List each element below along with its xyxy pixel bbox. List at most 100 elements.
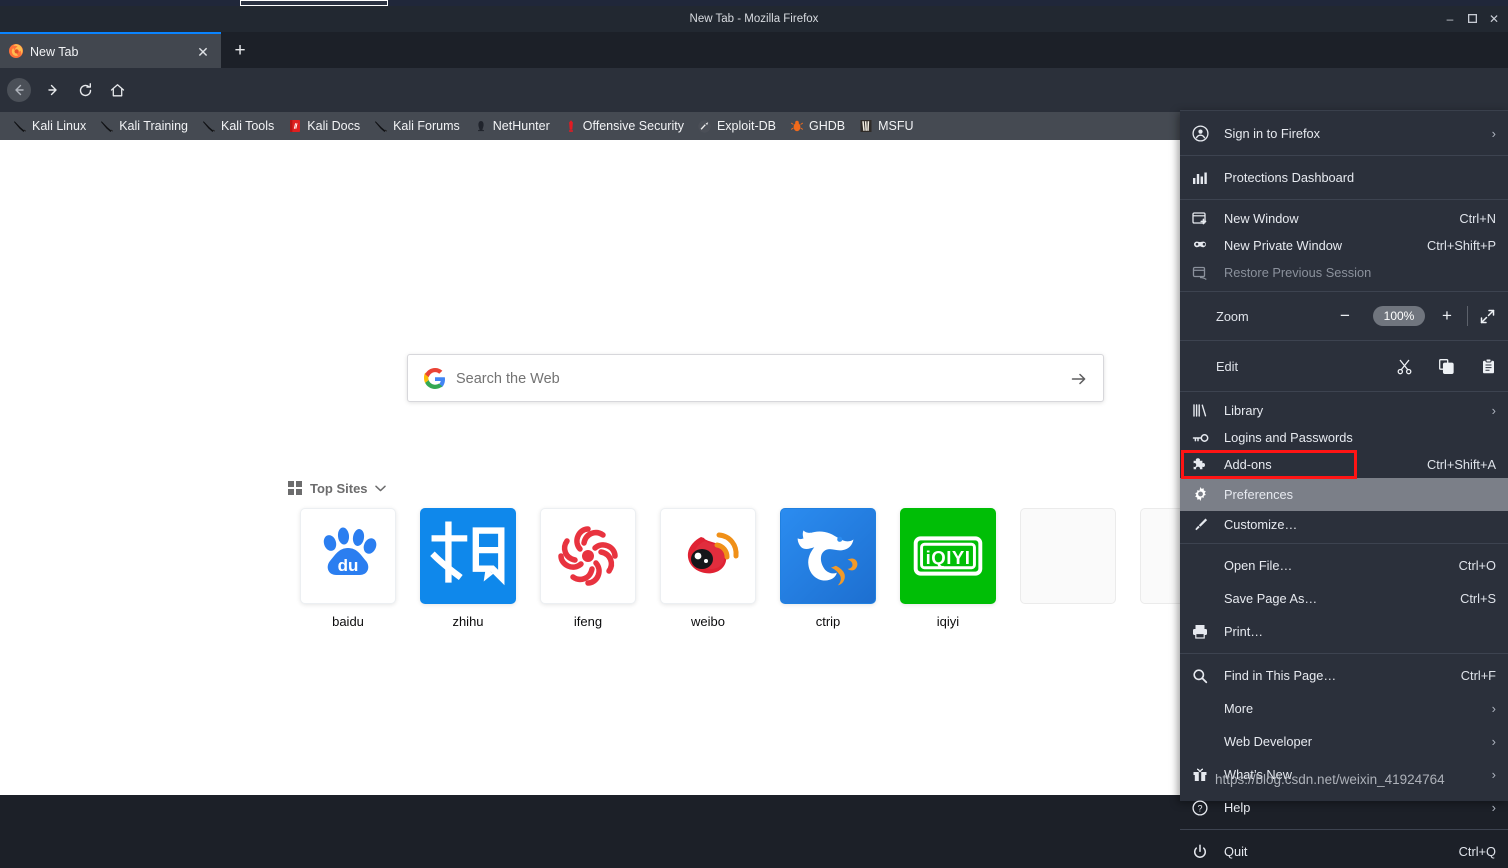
scissors-icon[interactable] xyxy=(1392,355,1416,377)
account-circle-icon xyxy=(1192,125,1212,143)
top-site-tile[interactable]: iQIYI iqiyi xyxy=(888,508,1008,629)
zoom-in-button[interactable]: + xyxy=(1434,303,1460,329)
maximize-button[interactable] xyxy=(1462,6,1482,32)
firefox-icon xyxy=(8,43,24,59)
menu-item-new-private-window[interactable]: New Private Window Ctrl+Shift+P xyxy=(1180,232,1508,259)
google-icon xyxy=(424,368,446,390)
bookmark-msfu[interactable]: MSFU xyxy=(852,115,919,137)
window-title: New Tab - Mozilla Firefox xyxy=(689,13,819,25)
tile-icon-ifeng[interactable] xyxy=(540,508,636,604)
menu-item-add-ons[interactable]: Add-ons Ctrl+Shift+A xyxy=(1180,451,1508,478)
navigation-toolbar: Search with Google or enter address xyxy=(0,68,1508,175)
home-button[interactable] xyxy=(105,78,129,102)
menu-item-library[interactable]: Library › xyxy=(1180,397,1508,424)
menu-item-web-developer[interactable]: Web Developer › xyxy=(1180,725,1508,758)
tile-label: baidu xyxy=(332,614,364,629)
power-icon xyxy=(1192,843,1212,861)
close-icon[interactable]: ✕ xyxy=(195,34,211,70)
bookmark-label: Kali Docs xyxy=(307,119,361,133)
menu-item-sign-in[interactable]: Sign in to Firefox › xyxy=(1180,117,1508,150)
top-sites-header[interactable]: Top Sites xyxy=(288,478,386,498)
kali-dragon-icon xyxy=(99,118,115,134)
bookmark-label: Kali Tools xyxy=(221,119,275,133)
search-input[interactable]: Search the Web xyxy=(407,354,1104,402)
bookmark-label: GHDB xyxy=(809,119,846,133)
search-placeholder: Search the Web xyxy=(456,371,560,387)
close-button[interactable]: ✕ xyxy=(1484,6,1504,32)
mask-icon xyxy=(1192,237,1212,255)
menu-item-new-window[interactable]: New Window Ctrl+N xyxy=(1180,205,1508,232)
zoom-out-button[interactable]: − xyxy=(1332,303,1358,329)
menu-item-quit[interactable]: Quit Ctrl+Q xyxy=(1180,835,1508,868)
back-button[interactable] xyxy=(7,78,31,102)
bookmark-kali-forums[interactable]: Kali Forums xyxy=(367,115,466,137)
offsec-icon xyxy=(563,118,579,134)
bookmark-nethunter[interactable]: NetHunter xyxy=(467,115,556,137)
top-site-tile[interactable]: zhihu xyxy=(408,508,528,629)
expand-icon[interactable] xyxy=(1474,303,1500,329)
weibo-eye-icon xyxy=(687,532,739,574)
zoom-level-value[interactable]: 100% xyxy=(1373,306,1425,326)
menu-item-label: Library xyxy=(1224,403,1264,418)
chevron-right-icon: › xyxy=(1491,800,1496,815)
bookmark-kali-linux[interactable]: Kali Linux xyxy=(6,115,92,137)
tile-label: ctrip xyxy=(815,614,841,629)
bookmark-offensive-security[interactable]: Offensive Security xyxy=(557,115,690,137)
app-menu-panel: Sign in to Firefox › Protections Dashboa… xyxy=(1180,110,1508,859)
tile-icon-ctrip[interactable] xyxy=(780,508,876,604)
svg-text:iQIYI: iQIYI xyxy=(926,547,971,568)
menu-item-open-file[interactable]: Open File… Ctrl+O xyxy=(1180,549,1508,582)
top-site-tile[interactable]: weibo xyxy=(648,508,768,629)
chevron-right-icon: › xyxy=(1491,767,1496,782)
tab-new-tab[interactable]: New Tab ✕ xyxy=(0,32,221,68)
bookmark-exploit-db[interactable]: Exploit-DB xyxy=(691,115,782,137)
menu-item-print[interactable]: Print… xyxy=(1180,615,1508,648)
menu-item-help[interactable]: ? Help › xyxy=(1180,791,1508,824)
forward-button[interactable] xyxy=(41,78,65,102)
bookmark-ghdb[interactable]: GHDB xyxy=(783,115,851,137)
tile-label: zhihu xyxy=(452,614,484,629)
reload-button[interactable] xyxy=(73,78,97,102)
menu-item-logins-and-passwords[interactable]: Logins and Passwords xyxy=(1180,424,1508,451)
menu-item-protections-dashboard[interactable]: Protections Dashboard xyxy=(1180,161,1508,194)
top-site-tile[interactable]: ifeng xyxy=(528,508,648,629)
menu-item-preferences[interactable]: Preferences xyxy=(1180,478,1508,511)
top-site-tile-empty[interactable] xyxy=(1008,508,1128,629)
menu-separator xyxy=(1180,829,1508,830)
top-site-tile[interactable]: ctrip xyxy=(768,508,888,629)
menu-item-label: Web Developer xyxy=(1224,734,1312,749)
tile-icon-baidu[interactable]: du xyxy=(300,508,396,604)
chevron-right-icon: › xyxy=(1491,734,1496,749)
search-icon xyxy=(1192,667,1212,685)
copy-icon[interactable] xyxy=(1434,355,1458,377)
menu-item-label: Open File… xyxy=(1224,558,1293,573)
menu-item-shortcut: Ctrl+Shift+A xyxy=(1427,457,1496,472)
bookmark-kali-training[interactable]: Kali Training xyxy=(93,115,194,137)
menu-item-more[interactable]: More › xyxy=(1180,692,1508,725)
msfu-icon xyxy=(858,118,874,134)
svg-text:du: du xyxy=(338,556,359,575)
minimize-button[interactable]: – xyxy=(1440,6,1460,32)
chevron-down-icon[interactable] xyxy=(374,485,386,492)
menu-item-label: Add-ons xyxy=(1224,457,1272,472)
zoom-label: Zoom xyxy=(1216,308,1249,324)
tile-icon-zhihu[interactable] xyxy=(420,508,516,604)
menu-item-customize[interactable]: Customize… xyxy=(1180,511,1508,538)
grid-icon xyxy=(288,481,302,495)
tile-icon-weibo[interactable] xyxy=(660,508,756,604)
top-site-tile[interactable]: du baidu xyxy=(288,508,408,629)
menu-item-save-page-as[interactable]: Save Page As… Ctrl+S xyxy=(1180,582,1508,615)
menu-item-label: New Window xyxy=(1224,211,1299,226)
menu-row-zoom: Zoom − 100% + xyxy=(1180,297,1508,335)
tile-icon-iqiyi[interactable]: iQIYI xyxy=(900,508,996,604)
bookmark-kali-tools[interactable]: Kali Tools xyxy=(195,115,280,137)
new-tab-button[interactable]: + xyxy=(229,40,251,62)
menu-item-find-in-page[interactable]: Find in This Page… Ctrl+F xyxy=(1180,659,1508,692)
tile-placeholder[interactable] xyxy=(1020,508,1116,604)
clipboard-icon[interactable] xyxy=(1476,355,1500,377)
tab-label: New Tab xyxy=(30,45,79,59)
bookmark-kali-docs[interactable]: Kali Docs xyxy=(281,115,366,137)
menu-separator xyxy=(1180,391,1508,392)
arrow-right-icon[interactable] xyxy=(1069,369,1089,389)
firefox-window: New Tab - Mozilla Firefox – ✕ New Tab ✕ … xyxy=(0,6,1508,859)
